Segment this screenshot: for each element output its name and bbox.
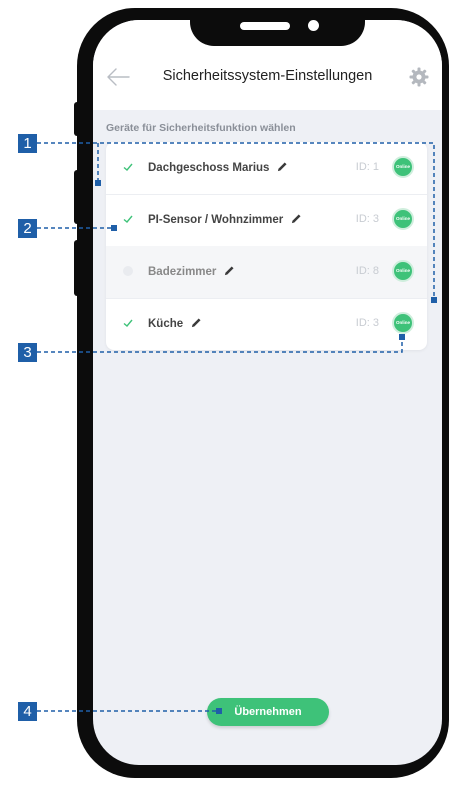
device-row[interactable]: Dachgeschoss Marius ID: 1 Online [106, 142, 427, 195]
online-status-badge: Online [392, 260, 414, 282]
device-name: PI-Sensor / Wohnzimmer [148, 214, 284, 226]
callout-1: 1 [18, 134, 37, 153]
device-id: ID: 3 [355, 317, 379, 329]
check-icon[interactable] [122, 317, 134, 329]
device-id: ID: 3 [355, 213, 379, 225]
device-name-row: PI-Sensor / Wohnzimmer [148, 213, 302, 226]
device-name-row: Küche [148, 317, 202, 330]
speaker-grille [240, 22, 290, 30]
section-label: Geräte für Sicherheitsfunktion wählen [106, 122, 296, 134]
online-status-badge: Online [392, 312, 414, 334]
device-id: ID: 8 [355, 265, 379, 277]
check-icon[interactable] [122, 213, 134, 225]
pencil-icon[interactable] [224, 265, 235, 276]
gear-icon[interactable] [409, 67, 429, 87]
callout-2: 2 [18, 219, 37, 238]
device-list: Dachgeschoss Marius ID: 1 Online PI-Sens… [106, 142, 427, 350]
check-icon[interactable] [122, 161, 134, 173]
device-name-row: Dachgeschoss Marius [148, 161, 288, 174]
phone-notch [190, 8, 365, 46]
device-id: ID: 1 [355, 161, 379, 173]
online-status-badge: Online [392, 208, 414, 230]
device-name: Küche [148, 318, 184, 330]
page-title: Sicherheitssystem-Einstellungen [162, 68, 373, 84]
pencil-icon[interactable] [277, 161, 288, 172]
callout-4: 4 [18, 702, 37, 721]
check-icon[interactable] [122, 265, 134, 277]
app-screen: Sicherheitssystem-Einstellungen Geräte f… [93, 20, 442, 765]
pencil-icon[interactable] [291, 213, 302, 224]
device-row[interactable]: Badezimmer ID: 8 Online [106, 246, 427, 299]
online-status-badge: Online [392, 156, 414, 178]
device-name: Dachgeschoss Marius [148, 162, 270, 174]
front-camera [308, 20, 319, 31]
device-name-row: Badezimmer [148, 265, 235, 278]
apply-button[interactable]: Übernehmen [207, 698, 329, 726]
device-row[interactable]: PI-Sensor / Wohnzimmer ID: 3 Online [106, 194, 427, 247]
pencil-icon[interactable] [191, 317, 202, 328]
device-name: Badezimmer [148, 266, 217, 278]
callout-3: 3 [18, 343, 37, 362]
device-row[interactable]: Küche ID: 3 Online [106, 298, 427, 350]
